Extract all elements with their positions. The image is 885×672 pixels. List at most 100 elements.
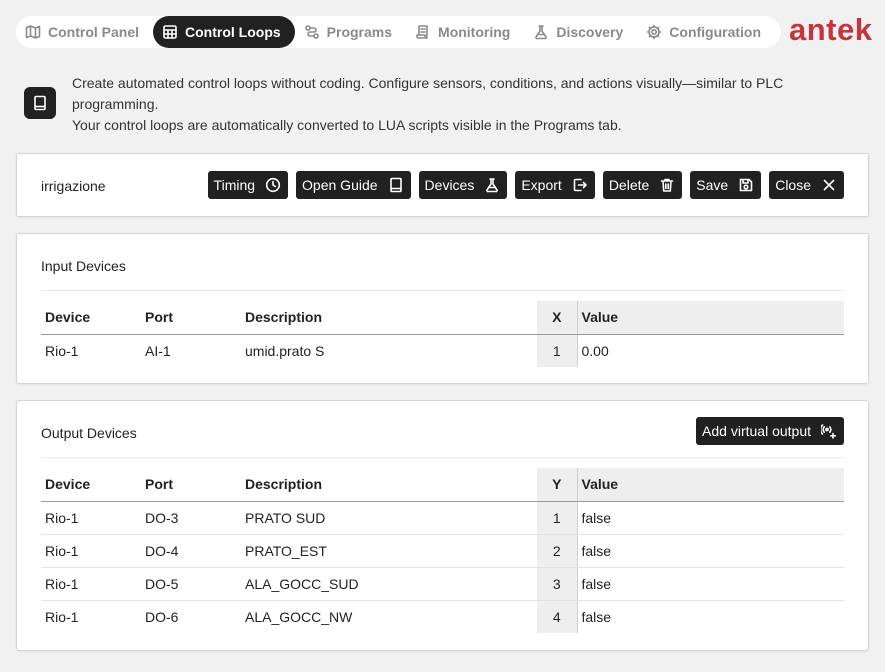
tab-discovery[interactable]: Discovery (524, 16, 637, 48)
tab-label: Configuration (669, 24, 762, 40)
timing-button[interactable]: Timing (207, 171, 289, 199)
save-label: Save (696, 177, 729, 193)
table-row[interactable]: Rio-1 DO-6 ALA_GOCC_NW 4 false (41, 600, 844, 633)
column-header-y: Y (537, 468, 578, 502)
column-header-value: Value (577, 301, 844, 335)
column-header-device: Device (41, 468, 141, 502)
column-header-device: Device (41, 301, 141, 335)
export-icon (573, 178, 587, 192)
loop-header-card: irrigazione Timing Open Guide Devices Ex… (16, 153, 869, 217)
grid-icon (163, 25, 177, 39)
input-devices-card: Input Devices Device Port Description X … (16, 233, 869, 384)
table-row[interactable]: Rio-1 DO-4 PRATO_EST 2 false (41, 534, 844, 568)
tab-label: Programs (326, 24, 393, 40)
table-row[interactable]: Rio-1 AI-1 umid.prato S 1 0.00 (41, 334, 844, 367)
close-icon (823, 179, 835, 191)
tab-control-panel[interactable]: Control Panel (16, 16, 153, 48)
column-header-x: X (537, 301, 578, 335)
intro-line-1: Create automated control loops without c… (72, 75, 784, 112)
trash-icon (660, 178, 674, 192)
save-button[interactable]: Save (690, 171, 762, 199)
divider (41, 290, 844, 291)
column-header-port: Port (141, 301, 241, 335)
signal-plus-icon (821, 424, 837, 439)
antek-logo: antek (789, 12, 873, 47)
tab-label: Control Loops (185, 24, 281, 40)
table-row[interactable]: Rio-1 DO-5 ALA_GOCC_SUD 3 false (41, 567, 844, 601)
table-header-row: Device Port Description Y Value (41, 468, 844, 502)
map-icon (25, 25, 41, 39)
cell-port: DO-6 (145, 608, 179, 625)
cell-description: PRATO_EST (241, 534, 537, 568)
cell-index: 2 (537, 534, 578, 568)
gear-icon (646, 24, 662, 40)
delete-label: Delete (608, 177, 650, 193)
tab-monitoring[interactable]: Monitoring (406, 16, 524, 48)
tab-programs[interactable]: Programs (295, 16, 406, 48)
table-row[interactable]: Rio-1 DO-3 PRATO SUD 1 false (41, 501, 844, 535)
export-label: Export (521, 177, 562, 193)
open-guide-label: Open Guide (302, 177, 378, 193)
tab-label: Monitoring (438, 24, 511, 40)
loop-toolbar: Timing Open Guide Devices Export Delete … (207, 171, 844, 199)
devices-button[interactable]: Devices (418, 171, 508, 199)
book-icon (24, 87, 56, 119)
cell-port: AI-1 (145, 342, 171, 359)
output-devices-card: Output Devices Add virtual output Device… (16, 400, 869, 651)
input-devices-title: Input Devices (41, 258, 126, 274)
tab-label: Control Panel (48, 24, 140, 40)
cell-port: DO-5 (141, 567, 241, 601)
book-icon (389, 177, 402, 193)
cell-device: Rio-1 (45, 342, 79, 359)
timing-label: Timing (213, 177, 256, 193)
cell-port: DO-4 (141, 534, 241, 568)
add-virtual-output-button[interactable]: Add virtual output (696, 417, 844, 445)
cell-description: ALA_GOCC_NW (245, 608, 353, 625)
main-nav: Control Panel Control Loops Programs Mon… (16, 16, 781, 48)
cell-device: Rio-1 (41, 534, 141, 568)
cell-index: 3 (537, 567, 578, 601)
export-button[interactable]: Export (515, 171, 595, 199)
floppy-icon (739, 178, 753, 192)
cell-index: 1 (537, 501, 578, 535)
cell-description: PRATO SUD (241, 501, 537, 535)
open-guide-button[interactable]: Open Guide (296, 171, 411, 199)
column-header-description: Description (241, 468, 537, 502)
workflow-icon (304, 25, 319, 39)
cell-value: false (577, 501, 844, 535)
close-label: Close (775, 177, 811, 193)
tab-control-loops[interactable]: Control Loops (153, 16, 295, 48)
cell-index: 4 (537, 600, 578, 633)
cell-device: Rio-1 (41, 567, 141, 601)
add-virtual-output-label: Add virtual output (702, 423, 811, 439)
cell-description: ALA_GOCC_SUD (241, 567, 537, 601)
cell-device: Rio-1 (41, 501, 141, 535)
clock-icon (265, 177, 281, 193)
scroll-icon (416, 25, 428, 39)
cell-value: 0.00 (581, 342, 609, 359)
cell-value: false (581, 608, 612, 625)
devices-label: Devices (424, 177, 475, 193)
divider (41, 457, 844, 458)
cell-port: DO-3 (141, 501, 241, 535)
delete-button[interactable]: Delete (602, 171, 683, 199)
input-devices-table: Device Port Description X Value Rio-1 AI… (41, 301, 844, 367)
table-header-row: Device Port Description X Value (41, 301, 844, 335)
tab-configuration[interactable]: Configuration (637, 16, 775, 48)
cell-index: 1 (537, 334, 578, 367)
cell-device: Rio-1 (45, 608, 79, 625)
flask-icon (535, 25, 548, 40)
close-button[interactable]: Close (769, 171, 844, 199)
output-devices-title: Output Devices (41, 425, 137, 441)
intro-line-2: Your control loops are automatically con… (72, 117, 622, 133)
output-devices-table: Device Port Description Y Value Rio-1 DO… (41, 468, 844, 633)
loop-name: irrigazione (41, 178, 106, 194)
column-header-description: Description (241, 301, 537, 335)
tab-label: Discovery (556, 24, 624, 40)
column-header-port: Port (141, 468, 241, 502)
cell-description: umid.prato S (245, 342, 325, 359)
flask-icon (486, 178, 499, 193)
intro-text: Create automated control loops without c… (72, 73, 852, 136)
cell-value: false (577, 534, 844, 568)
cell-value: false (577, 567, 844, 601)
